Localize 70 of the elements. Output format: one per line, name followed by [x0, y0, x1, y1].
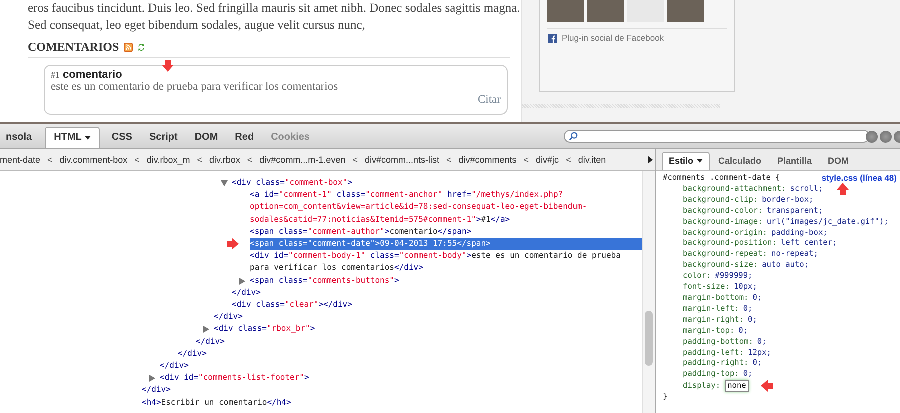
scroll-right-icon[interactable] — [648, 156, 653, 164]
breadcrumb-item[interactable]: div.rbox_m — [146, 154, 190, 164]
expanded-triangle-icon[interactable] — [221, 180, 228, 187]
side-panel-tab[interactable]: Calculado — [712, 152, 769, 170]
panel-tab[interactable]: nsola — [0, 128, 40, 148]
quote-link[interactable]: Citar — [478, 94, 501, 106]
breadcrumb-item[interactable]: div#comm...m-1.even — [260, 154, 346, 164]
rss-feed-icon[interactable] — [124, 43, 134, 52]
html-code-line[interactable]: <div class="clear"></div> — [232, 299, 642, 312]
html-code-line[interactable]: </div> — [142, 384, 642, 397]
html-code-line[interactable]: </div> — [214, 311, 642, 324]
side-panel-tab[interactable]: Plantilla — [770, 152, 820, 170]
comment-number[interactable]: #1 — [51, 70, 60, 80]
breadcrumb-separator: < — [566, 154, 572, 164]
html-code-line[interactable]: <div class="comment-box"> — [232, 177, 642, 190]
caret-icon[interactable] — [84, 136, 91, 140]
photo-placeholder — [667, 0, 704, 22]
breadcrumb-item[interactable]: div#jc — [536, 154, 560, 164]
breadcrumb-separator: < — [247, 154, 253, 164]
search-field[interactable] — [564, 130, 870, 143]
caret-icon[interactable] — [696, 159, 703, 163]
panel-tab[interactable]: CSS — [104, 128, 140, 148]
panel-tab[interactable]: Red — [227, 128, 262, 148]
html-code-line[interactable]: </div> — [232, 286, 642, 300]
comment-text: este es un comentario de prueba para verificar los comentarios — [51, 81, 340, 94]
search-icon — [569, 132, 578, 141]
collapsed-triangle-icon[interactable] — [149, 375, 156, 382]
html-code-line[interactable]: <div id="comment-body-1" class="comment-body">este es un comentario de prueba para verificar los comentarios</div> — [250, 250, 642, 275]
comment-author: comentario — [63, 69, 122, 81]
breadcrumb-separator: < — [524, 154, 530, 164]
arrow-icon — [761, 380, 774, 392]
arrow-icon — [162, 60, 174, 72]
breadcrumb-separator: < — [446, 154, 452, 164]
arrow-icon — [227, 238, 239, 250]
comments-heading: COMENTARIOS — [28, 40, 120, 55]
side-panel-tab[interactable]: Estilo — [662, 152, 710, 170]
breadcrumb-separator: < — [48, 154, 53, 164]
html-code-line[interactable]: <span class="comment-author">comentario</span> — [250, 226, 642, 238]
breadcrumb-item[interactable]: div#comm...nts-list — [364, 154, 440, 164]
photo-placeholder — [547, 0, 584, 22]
breadcrumb-separator: < — [352, 154, 358, 164]
arrow-icon — [837, 183, 849, 195]
collapsed-triangle-icon[interactable] — [203, 326, 210, 334]
facebook-plugin-label[interactable]: Plug-in social de Facebook — [562, 33, 664, 43]
facebook-icon — [548, 34, 557, 42]
side-panel-tab[interactable]: DOM — [821, 152, 856, 170]
breadcrumb-separator: < — [134, 154, 140, 164]
breadcrumb-item[interactable]: div#comments — [458, 154, 517, 164]
panel-tab[interactable]: HTML — [45, 127, 100, 148]
html-code-line[interactable]: </div> — [196, 336, 642, 348]
html-code-line[interactable]: <h4>Escribir un comentario</h4> — [142, 396, 642, 409]
html-code-line[interactable]: </div> — [178, 348, 642, 360]
panel-tab[interactable]: Script — [141, 128, 186, 148]
html-code-line[interactable]: <span class="comments-buttons"> — [250, 274, 642, 287]
refresh-icon[interactable] — [138, 43, 146, 52]
breadcrumb-item[interactable]: div.comment-box — [60, 154, 128, 164]
html-code-line[interactable]: </div> — [160, 360, 642, 372]
html-code-line[interactable]: <div class="rbox_br"> — [214, 323, 642, 336]
collapsed-triangle-icon[interactable] — [239, 278, 246, 285]
breadcrumb-item[interactable]: ment-date — [0, 154, 41, 164]
html-code-line[interactable]: <a id="comment-1" class="comment-anchor" href="/methys/index.php?option=com_content&view=article&id=78:sed-consequat-leo-eget-bibendum-sodales&catid=77:noticias&Itemid=575#comment-1">#1</a> — [250, 189, 642, 226]
panel-tab[interactable]: DOM — [186, 128, 226, 148]
breadcrumb-item[interactable]: div.iten — [578, 154, 606, 164]
stylesheet-link[interactable]: style.css (línea 48) — [822, 173, 897, 184]
scrollbar[interactable] — [642, 171, 655, 413]
photo-placeholder — [587, 0, 624, 22]
html-code-line[interactable]: <div id="comments-list-footer"> — [160, 372, 642, 384]
breadcrumb-separator: < — [197, 154, 203, 164]
breadcrumb-item[interactable]: div.rbox — [210, 154, 240, 164]
article-paragraph: eros faucibus tincidunt. Duis leo. Sed fringilla mauris sit amet nibh. Donec sodales sagittis magna. Sed consequat, leo eget bibendum sodales, augue velit cursus nunc, — [28, 0, 522, 34]
